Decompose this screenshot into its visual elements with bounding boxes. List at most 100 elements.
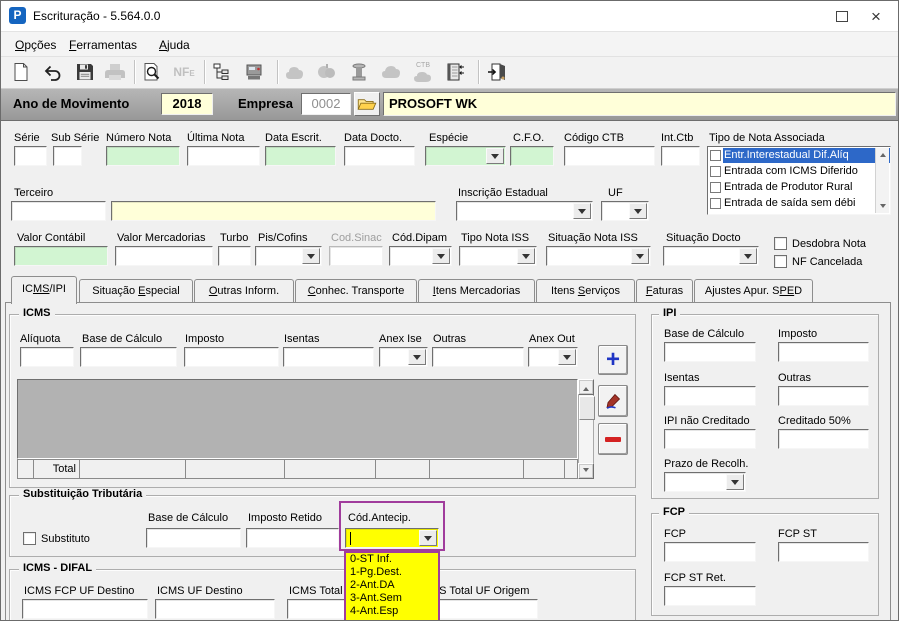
grid-scroll-up-button[interactable] xyxy=(578,379,594,395)
cod-antecip-option[interactable]: 2-Ant.DA xyxy=(346,579,438,592)
undo-button[interactable] xyxy=(39,59,67,85)
tab-itens-mercadorias[interactable]: Itens Mercadorias xyxy=(418,279,535,302)
anex-out-dropdown-button[interactable] xyxy=(558,349,576,365)
menu-opcoes[interactable]: Opções xyxy=(9,36,62,54)
icms-imposto-field[interactable] xyxy=(184,347,279,367)
close-button[interactable]: × xyxy=(859,4,893,28)
tab-outras-inform[interactable]: Outras Inform. xyxy=(194,279,294,302)
turbo-field[interactable] xyxy=(218,246,251,266)
ledger-button[interactable] xyxy=(441,59,469,85)
nf-cancelada-checkbox[interactable] xyxy=(774,255,787,268)
pis-cofins-dropdown-button[interactable] xyxy=(302,248,320,264)
ipi-imposto-field[interactable] xyxy=(778,342,869,362)
icms-grid[interactable] xyxy=(17,379,578,459)
icms-anex-ise-combo[interactable] xyxy=(379,347,428,367)
icms-remove-button[interactable] xyxy=(598,423,628,455)
exit-button[interactable] xyxy=(484,59,512,85)
inscricao-estadual-combo[interactable] xyxy=(456,201,593,221)
difal-fcp-uf-destino-field[interactable] xyxy=(22,599,148,619)
situacao-docto-combo[interactable] xyxy=(663,246,759,266)
tipo-nota-scrollbar[interactable] xyxy=(875,148,889,213)
situacao-docto-dropdown-button[interactable] xyxy=(739,248,757,264)
icms-aliquota-field[interactable] xyxy=(20,347,74,367)
empresa-browse-button[interactable] xyxy=(354,92,380,116)
terceiro-code-field[interactable] xyxy=(11,201,106,221)
tab-ajustes-sped[interactable]: Ajustes Apur. SPED xyxy=(694,279,813,302)
tipo-nota-item[interactable]: Entrada de saída sem débi xyxy=(708,195,890,211)
ipi-isentas-field[interactable] xyxy=(664,386,756,406)
codigo-ctb-field[interactable] xyxy=(564,146,655,166)
cod-antecip-combo[interactable] xyxy=(345,528,439,548)
tab-situacao-especial[interactable]: Situação Especial xyxy=(79,279,193,302)
process-button[interactable] xyxy=(240,59,268,85)
scroll-down-icon[interactable] xyxy=(880,204,886,211)
icms-outras-field[interactable] xyxy=(432,347,524,367)
cod-antecip-dropdown-list[interactable]: 0-ST Inf. 1-Pg.Dest. 2-Ant.DA 3-Ant.Sem … xyxy=(344,551,440,621)
tab-icms-ipi[interactable]: ICMS/IPI xyxy=(11,276,77,304)
icms-anex-out-combo[interactable] xyxy=(528,347,578,367)
maximize-button[interactable] xyxy=(825,4,859,28)
tab-faturas[interactable]: Faturas xyxy=(636,279,693,302)
icms-edit-button[interactable] xyxy=(598,385,628,417)
tipo-nota-iss-dropdown-button[interactable] xyxy=(517,248,535,264)
save-button[interactable] xyxy=(71,59,99,85)
tipo-nota-item[interactable]: Entr.Interestadual Dif.Alíq xyxy=(708,147,890,163)
icms-add-button[interactable]: + xyxy=(598,345,628,375)
tree-view-button[interactable] xyxy=(208,59,236,85)
scroll-up-icon[interactable] xyxy=(880,150,886,157)
fcp-st-field[interactable] xyxy=(778,542,869,562)
fcp-st-ret-field[interactable] xyxy=(664,586,756,606)
inscricao-dropdown-button[interactable] xyxy=(573,203,591,219)
data-escrit-field[interactable] xyxy=(265,146,336,166)
tipo-nota-iss-combo[interactable] xyxy=(459,246,537,266)
especie-dropdown-button[interactable] xyxy=(486,148,504,164)
cod-dipam-dropdown-button[interactable] xyxy=(432,248,450,264)
cod-dipam-combo[interactable] xyxy=(389,246,452,266)
checkbox-icon[interactable] xyxy=(710,198,721,209)
icms-isentas-field[interactable] xyxy=(283,347,374,367)
cod-antecip-option[interactable]: 0-ST Inf. xyxy=(346,553,438,566)
ipi-base-field[interactable] xyxy=(664,342,756,362)
checkbox-icon[interactable] xyxy=(710,150,721,161)
ipi-nao-creditado-field[interactable] xyxy=(664,429,756,449)
cod-antecip-option[interactable]: 1-Pg.Dest. xyxy=(346,566,438,579)
grid-scroll-thumb[interactable] xyxy=(579,396,595,420)
pis-cofins-combo[interactable] xyxy=(255,246,322,266)
ano-movimento-field[interactable]: 2018 xyxy=(161,93,213,115)
int-ctb-field[interactable] xyxy=(661,146,700,166)
tab-conhec-transporte[interactable]: Conhec. Transporte xyxy=(295,279,417,302)
numero-nota-field[interactable] xyxy=(106,146,180,166)
preview-button[interactable] xyxy=(138,59,166,85)
ipi-creditado50-field[interactable] xyxy=(778,429,869,449)
imposto-retido-field[interactable] xyxy=(246,528,339,548)
desdobra-nota-checkbox[interactable] xyxy=(774,237,787,250)
prazo-dropdown-button[interactable] xyxy=(726,474,744,490)
fcp-field[interactable] xyxy=(664,542,756,562)
serie-field[interactable] xyxy=(14,146,47,166)
sub-serie-field[interactable] xyxy=(53,146,82,166)
situacao-nota-iss-combo[interactable] xyxy=(546,246,651,266)
ultima-nota-field[interactable] xyxy=(187,146,260,166)
menu-ferramentas[interactable]: Ferramentas xyxy=(63,36,143,54)
tipo-nota-list[interactable]: Entr.Interestadual Dif.Alíq Entrada com … xyxy=(707,146,891,215)
anex-ise-dropdown-button[interactable] xyxy=(408,349,426,365)
especie-combo[interactable] xyxy=(425,146,506,166)
ipi-prazo-combo[interactable] xyxy=(664,472,746,492)
tab-itens-servicos[interactable]: Itens Serviços xyxy=(536,279,635,302)
uf-dropdown-button[interactable] xyxy=(629,203,647,219)
substituto-checkbox[interactable] xyxy=(23,532,36,545)
new-document-button[interactable] xyxy=(7,59,35,85)
grid-scroll-down-button[interactable] xyxy=(578,463,594,479)
terceiro-name-field[interactable] xyxy=(111,201,436,221)
data-docto-field[interactable] xyxy=(344,146,415,166)
valor-contabil-field[interactable] xyxy=(14,246,108,266)
cod-antecip-option[interactable]: 3-Ant.Sem xyxy=(346,592,438,605)
valor-mercadorias-field[interactable] xyxy=(115,246,213,266)
situacao-nota-iss-dropdown-button[interactable] xyxy=(631,248,649,264)
checkbox-icon[interactable] xyxy=(710,182,721,193)
cod-antecip-dropdown-button[interactable] xyxy=(419,530,437,546)
uf-combo[interactable] xyxy=(601,201,649,221)
menu-ajuda[interactable]: Ajuda xyxy=(153,36,196,54)
tipo-nota-item[interactable]: Entrada com ICMS Diferido xyxy=(708,163,890,179)
subst-base-field[interactable] xyxy=(146,528,241,548)
